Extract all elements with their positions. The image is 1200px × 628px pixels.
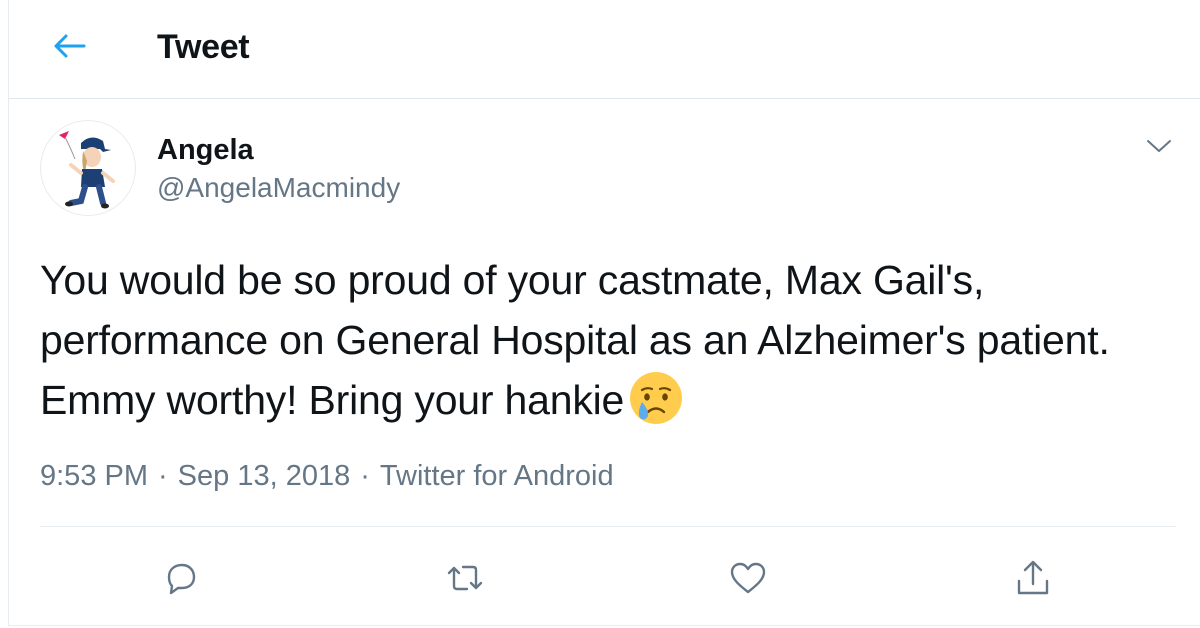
retweet-icon bbox=[447, 565, 483, 591]
reply-button[interactable] bbox=[157, 554, 205, 602]
share-icon bbox=[1017, 560, 1049, 595]
retweet-button[interactable] bbox=[441, 554, 489, 602]
arrow-left-icon bbox=[54, 34, 86, 58]
share-button[interactable] bbox=[1009, 554, 1057, 602]
crying-face-emoji bbox=[630, 372, 683, 424]
tweet-menu-button[interactable] bbox=[1141, 130, 1177, 162]
tweet-date[interactable]: Sep 13, 2018 bbox=[178, 460, 351, 492]
divider bbox=[40, 526, 1176, 527]
tweet-actions bbox=[9, 548, 1200, 608]
heart-icon bbox=[730, 562, 766, 594]
page-header: Tweet bbox=[9, 0, 1200, 99]
tweet-time[interactable]: 9:53 PM bbox=[40, 460, 148, 492]
cartoon-character-avatar bbox=[59, 131, 115, 209]
author-handle[interactable]: @AngelaMacmindy bbox=[157, 171, 400, 205]
like-button[interactable] bbox=[724, 554, 772, 602]
tweet-source[interactable]: Twitter for Android bbox=[380, 460, 614, 492]
tweet-text: You would be so proud of your castmate, … bbox=[40, 250, 1170, 430]
tweet-page: Tweet Angela @AngelaMacmindy You would b… bbox=[8, 0, 1200, 626]
back-button[interactable] bbox=[47, 26, 93, 66]
meta-separator: · bbox=[158, 460, 168, 492]
page-title: Tweet bbox=[157, 28, 250, 66]
chevron-down-icon bbox=[1147, 140, 1171, 152]
author-display-name[interactable]: Angela bbox=[157, 133, 254, 167]
reply-icon bbox=[167, 563, 196, 595]
tweet-metadata: 9:53 PM · Sep 13, 2018 · Twitter for Android bbox=[40, 457, 614, 495]
meta-separator: · bbox=[360, 460, 370, 492]
avatar[interactable] bbox=[40, 120, 136, 216]
tweet-body: You would be so proud of your castmate, … bbox=[40, 257, 1110, 423]
